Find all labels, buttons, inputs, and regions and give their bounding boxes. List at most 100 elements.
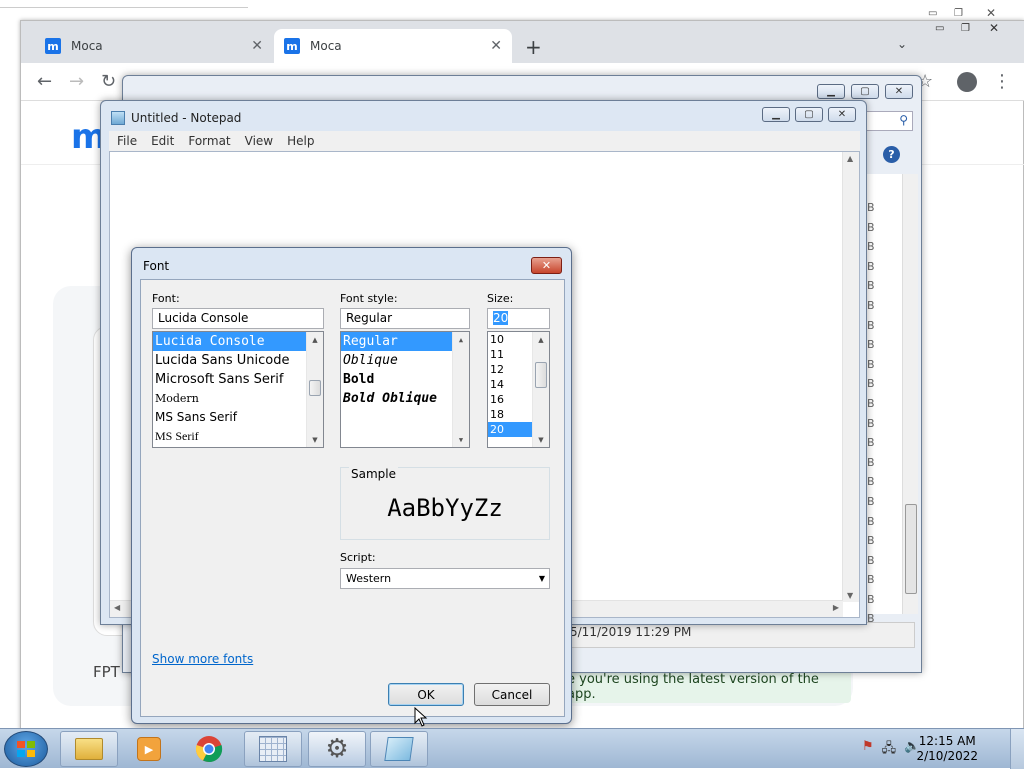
- profile-avatar-icon[interactable]: [957, 72, 977, 92]
- font-size-listbox[interactable]: 10 11 12 14 16 18 20 ▲ ▼: [487, 331, 550, 448]
- tab-close-icon[interactable]: ✕: [251, 38, 263, 54]
- taskbar-media-player[interactable]: ▶: [120, 731, 178, 767]
- scroll-up-icon[interactable]: ▲: [453, 332, 469, 347]
- taskbar: ▶ ⚙ ⚑ 🖧 🔈 12:15 AM 2/10/2022: [0, 728, 1024, 769]
- tab-title: Moca: [71, 39, 103, 53]
- action-center-flag-icon[interactable]: ⚑: [862, 739, 874, 759]
- scroll-left-icon[interactable]: ◀: [114, 603, 120, 612]
- scroll-up-icon[interactable]: ▲: [307, 332, 323, 347]
- outer-window-controls: ▭ ❐ ✕: [916, 0, 1024, 20]
- font-list-item[interactable]: MS Sans Serif: [153, 408, 323, 427]
- bg-close-button[interactable]: ✕: [885, 84, 913, 99]
- scroll-down-icon[interactable]: ▼: [453, 432, 469, 447]
- taskbar-explorer[interactable]: [60, 731, 118, 767]
- column-letter: B: [867, 318, 875, 332]
- font-list-item[interactable]: Modern: [153, 389, 323, 408]
- new-tab-icon[interactable]: +: [525, 35, 542, 59]
- bg-column-letters: B B B B B B B B B B B B B B B B B B B B …: [867, 198, 879, 629]
- scroll-right-icon[interactable]: ▶: [833, 603, 839, 612]
- notepad-maximize-button[interactable]: ▢: [795, 107, 823, 122]
- style-list-item[interactable]: Bold Oblique: [341, 389, 469, 408]
- font-listbox[interactable]: Lucida Console Lucida Sans Unicode Micro…: [152, 331, 324, 448]
- font-size-input[interactable]: 20: [487, 308, 550, 329]
- font-list-scrollbar[interactable]: ▲ ▼: [306, 332, 323, 447]
- start-button[interactable]: [4, 731, 48, 767]
- network-icon[interactable]: 🖧: [882, 739, 897, 759]
- show-more-fonts-link[interactable]: Show more fonts: [152, 652, 253, 666]
- dialog-title: Font: [143, 259, 170, 273]
- font-list-item[interactable]: Lucida Sans Unicode: [153, 351, 323, 370]
- font-style-label: Font style:: [340, 292, 398, 305]
- scroll-thumb[interactable]: [309, 380, 321, 396]
- scroll-up-icon[interactable]: ▲: [533, 332, 549, 347]
- close-icon[interactable]: ✕: [989, 21, 999, 35]
- size-list-scrollbar[interactable]: ▲ ▼: [532, 332, 549, 447]
- scroll-up-icon[interactable]: ▲: [847, 154, 853, 163]
- chrome-window-controls: ▭ ❐ ✕: [925, 21, 1024, 39]
- clock-date: 2/10/2022: [916, 749, 978, 763]
- style-list-item[interactable]: Bold: [341, 370, 469, 389]
- scroll-down-icon[interactable]: ▼: [533, 432, 549, 447]
- browser-tab-2[interactable]: m Moca ✕: [274, 29, 512, 63]
- menu-view[interactable]: View: [245, 134, 273, 148]
- bg-list-scroll-thumb[interactable]: [905, 504, 917, 594]
- dialog-close-button[interactable]: ✕: [531, 257, 562, 274]
- ok-button[interactable]: OK: [388, 683, 464, 706]
- script-select[interactable]: Western ▼: [340, 568, 550, 589]
- scroll-down-icon[interactable]: ▼: [307, 432, 323, 447]
- bg-minimize-button[interactable]: ▁: [817, 84, 845, 99]
- font-style-listbox[interactable]: Regular Oblique Bold Bold Oblique ▲ ▼: [340, 331, 470, 448]
- bg-maximize-button[interactable]: ▢: [851, 84, 879, 99]
- tab-close-icon[interactable]: ✕: [490, 38, 502, 54]
- sample-group: Sample AaBbYyZz: [340, 467, 550, 540]
- scroll-thumb[interactable]: [535, 362, 547, 388]
- font-dialog: Font ✕ Font: Lucida Console Lucida Conso…: [131, 247, 572, 724]
- notepad-close-button[interactable]: ✕: [828, 107, 856, 122]
- taskbar-chrome[interactable]: [180, 731, 238, 767]
- scroll-down-icon[interactable]: ▼: [847, 591, 853, 600]
- reload-icon[interactable]: ↻: [101, 71, 116, 92]
- cancel-button[interactable]: Cancel: [474, 683, 550, 706]
- column-letter: B: [867, 573, 875, 587]
- style-list-item[interactable]: Oblique: [341, 351, 469, 370]
- update-banner: e you're using the latest version of the…: [561, 671, 851, 703]
- menu-file[interactable]: File: [117, 134, 137, 148]
- bg-list-scrollbar[interactable]: [902, 174, 918, 614]
- size-list-item[interactable]: 20: [488, 422, 532, 437]
- browser-tab-1[interactable]: m Moca ✕: [35, 29, 273, 63]
- menu-help[interactable]: Help: [287, 134, 314, 148]
- notepad-vertical-scrollbar[interactable]: ▲ ▼: [842, 152, 859, 602]
- restore-icon[interactable]: ❐: [961, 23, 970, 34]
- calendar-icon: [259, 736, 287, 762]
- update-banner-text: e you're using the latest version of the…: [567, 672, 819, 702]
- font-style-input[interactable]: Regular: [340, 308, 470, 329]
- settings-icon: ⚙: [325, 734, 349, 764]
- font-name-input[interactable]: Lucida Console: [152, 308, 324, 329]
- show-desktop-button[interactable]: [1010, 729, 1024, 769]
- back-arrow-icon[interactable]: ←: [37, 71, 52, 92]
- notepad-title: Untitled - Notepad: [131, 111, 242, 125]
- notepad-app-icon: [111, 111, 125, 125]
- bg-search-box[interactable]: ⚲: [863, 111, 913, 131]
- outer-minimize-icon[interactable]: ▭: [928, 8, 937, 19]
- font-list-item[interactable]: Microsoft Sans Serif: [153, 370, 323, 389]
- taskbar-settings[interactable]: ⚙: [308, 731, 366, 767]
- menu-format[interactable]: Format: [188, 134, 230, 148]
- help-icon[interactable]: ?: [883, 146, 900, 163]
- column-letter: B: [867, 396, 875, 410]
- taskbar-clock[interactable]: 12:15 AM 2/10/2022: [916, 734, 978, 764]
- font-list-item[interactable]: MS Serif: [153, 427, 323, 446]
- forward-arrow-icon[interactable]: →: [69, 71, 84, 92]
- minimize-icon[interactable]: ▭: [935, 23, 944, 34]
- outer-close-icon[interactable]: ✕: [986, 6, 996, 20]
- font-list-item[interactable]: Lucida Console: [153, 332, 306, 351]
- notepad-minimize-button[interactable]: ▁: [762, 107, 790, 122]
- outer-restore-icon[interactable]: ❐: [954, 8, 963, 19]
- style-list-item[interactable]: Regular: [341, 332, 452, 351]
- style-list-scrollbar[interactable]: ▲ ▼: [452, 332, 469, 447]
- tab-search-chevron-icon[interactable]: ⌄: [897, 37, 907, 51]
- menu-edit[interactable]: Edit: [151, 134, 174, 148]
- menu-dots-icon[interactable]: ⋮: [993, 71, 1011, 92]
- taskbar-calendar[interactable]: [244, 731, 302, 767]
- taskbar-notepad[interactable]: [370, 731, 428, 767]
